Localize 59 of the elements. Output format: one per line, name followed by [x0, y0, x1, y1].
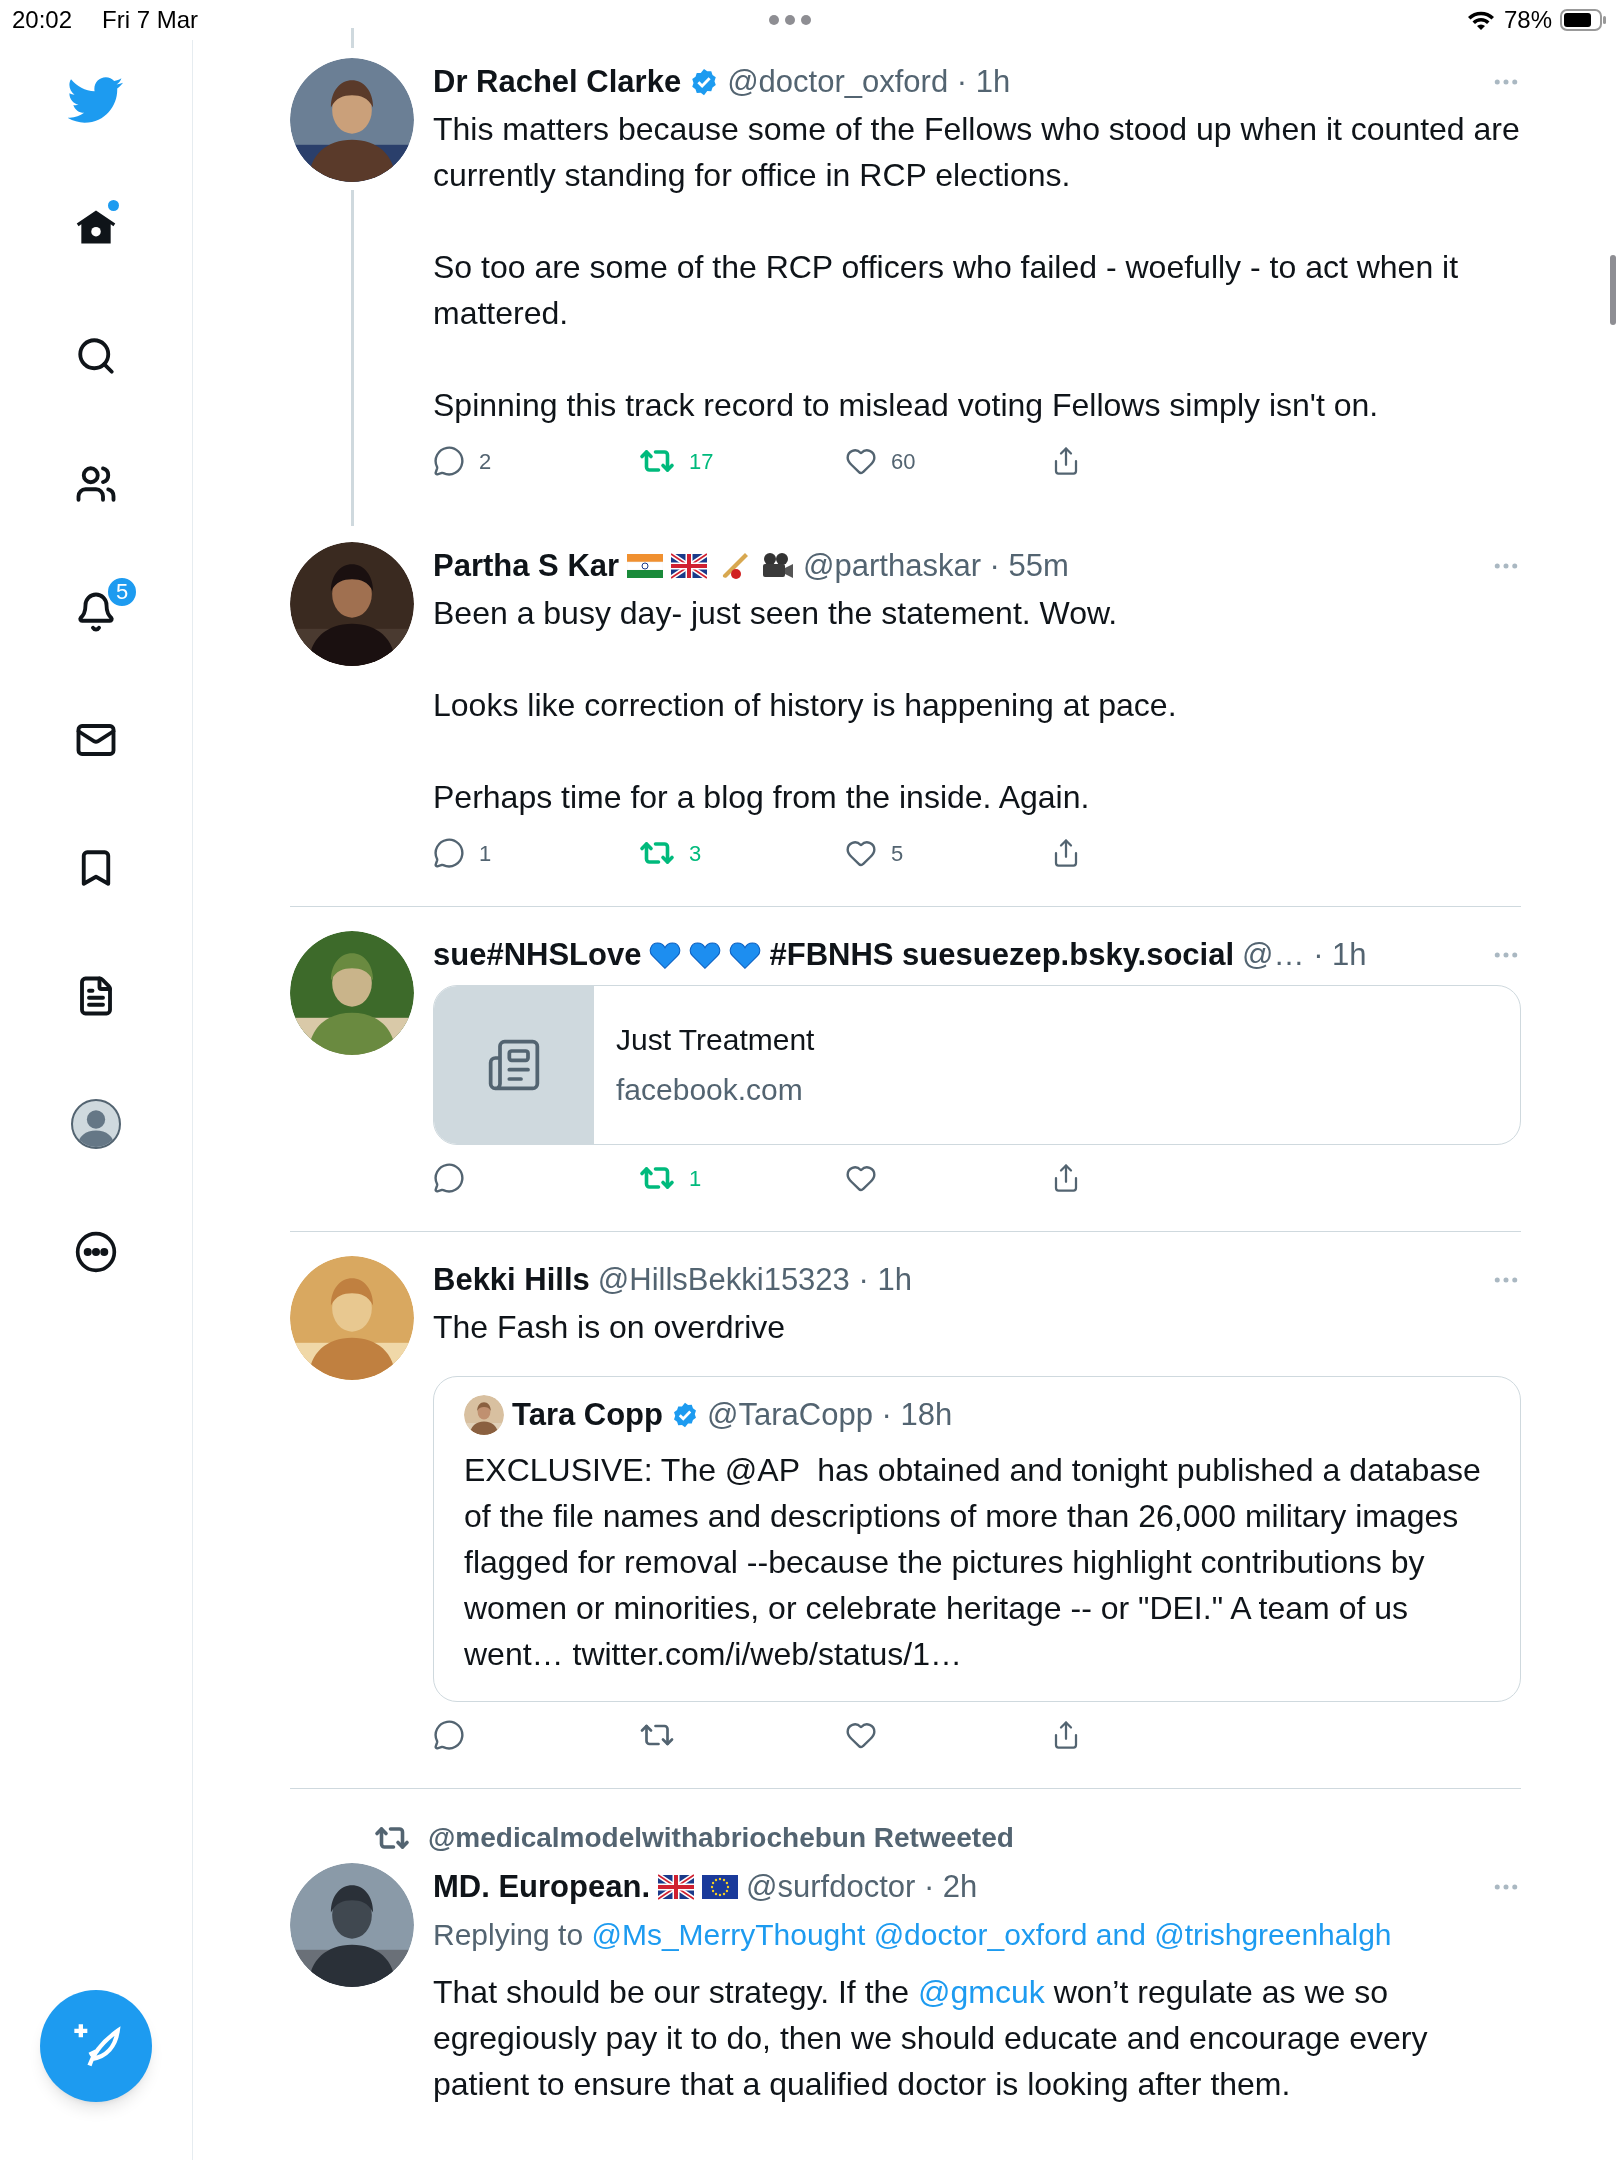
handle-and-time: @TaraCopp · 18h: [707, 1395, 953, 1434]
scrollbar[interactable]: [1610, 255, 1616, 325]
bell-icon[interactable]: [75, 591, 117, 633]
article-icon: [486, 1037, 542, 1093]
card-title: Just Treatment: [616, 1022, 815, 1058]
like-count: 5: [891, 839, 904, 868]
handle-and-time: @parthaskar · 55m: [803, 546, 1069, 585]
author-name[interactable]: #FBNHS suesuezep.bsky.social: [769, 931, 1235, 979]
like-count: 60: [891, 447, 916, 476]
status-time: 20:02: [12, 5, 74, 35]
heart-icon: [689, 940, 722, 970]
tweet-text: Perhaps time for a blog from the inside. Again.: [433, 778, 1091, 817]
retweet-count: 17: [689, 447, 714, 476]
tweet-text: So too are some of the RCP officers who failed - woefully - to act when it mattered.: [433, 248, 1460, 333]
author-name[interactable]: Tara Copp: [512, 1391, 663, 1439]
reply-icon[interactable]: [433, 445, 465, 477]
tweet-text: Been a busy day- just seen the statement. Wow.: [433, 594, 1119, 633]
retweeted-by-label[interactable]: @medicalmodelwithabriochebun Retweeted: [428, 1817, 1014, 1859]
union-flag-icon: [671, 551, 708, 581]
tweet-text: Looks like correction of history is happening at pace.: [433, 686, 1178, 725]
search-icon[interactable]: [75, 335, 117, 377]
status-date: Fri 7 Mar: [102, 5, 198, 35]
battery-percent: 78%: [1503, 5, 1552, 35]
retweet-count: 3: [689, 839, 702, 868]
eu-flag-icon: [702, 1872, 738, 1902]
author-name[interactable]: Dr Rachel Clarke: [433, 58, 682, 106]
card-domain: facebook.com: [616, 1072, 804, 1108]
reply-icon[interactable]: [433, 1162, 465, 1194]
author-name[interactable]: MD. European.: [433, 1863, 650, 1911]
more-dots-icon[interactable]: [768, 14, 812, 26]
union-flag-icon: [658, 1872, 694, 1902]
quoted-text: EXCLUSIVE: The @AP has obtained and tonight published a database of the file names and descriptions of more than 26,000 military images flagged for removal --because the pictures highlight contributions by women or minorities, or celebrate heritage -- or "DEI." A team of us went… twitter.com/i/web/status/1…: [464, 1451, 1482, 1674]
handle-and-time: @surfdoctor · 2h: [746, 1867, 978, 1906]
author-name[interactable]: Partha S Kar: [433, 542, 620, 590]
handle-and-time: @doctor_oxford · 1h: [727, 62, 1011, 101]
tweet-text: Spinning this track record to mislead voting Fellows simply isn't on.: [433, 386, 1380, 425]
profile-icon[interactable]: [71, 1099, 121, 1149]
replying-to-label: Replying to: [433, 1918, 585, 1951]
tweet-text: This matters because some of the Fellows who stood up when it counted are currently standing for office in RCP elections.: [433, 110, 1521, 195]
quoted-tweet[interactable]: [433, 1376, 1521, 1702]
reply-count: 2: [479, 447, 492, 476]
handle-and-time: @… · 1h: [1242, 935, 1367, 974]
reply-icon[interactable]: [433, 837, 465, 869]
reply-icon[interactable]: [433, 1719, 465, 1751]
reply-count: 1: [479, 839, 492, 868]
notification-count: 5: [106, 576, 138, 608]
more-icon[interactable]: [74, 1230, 118, 1274]
heart-icon: [649, 940, 682, 970]
india-flag-icon: [627, 551, 664, 581]
battery-icon: [1560, 8, 1608, 32]
author-name[interactable]: Bekki Hills: [433, 1256, 590, 1304]
retweet-count: 1: [689, 1164, 702, 1193]
heart-icon: [729, 940, 762, 970]
author-name[interactable]: sue#NHSLove: [433, 931, 642, 979]
tweet-text: That should be our strategy. If the @gmcuk won’t regulate as we so egregiously pay it to do, then we should educate and encourage every patient to ensure that a qualified doctor is looking after them.: [433, 1973, 1429, 2104]
link-card[interactable]: Just Treatment facebook.com: [433, 985, 1521, 1145]
handle-and-time: @HillsBekki15323 · 1h: [597, 1260, 912, 1299]
tweet-text: The Fash is on overdrive: [433, 1308, 787, 1347]
people-icon[interactable]: [75, 463, 117, 505]
